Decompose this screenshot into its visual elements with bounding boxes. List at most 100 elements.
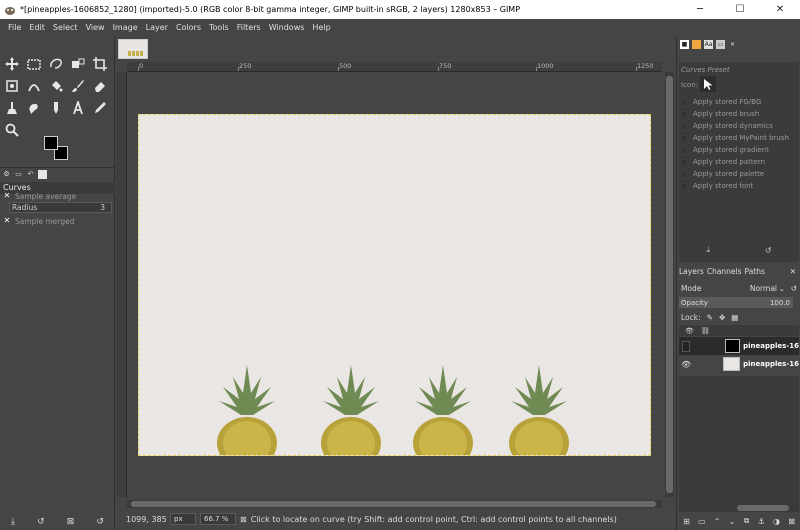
menu-select[interactable]: Select	[49, 23, 82, 32]
opacity-slider[interactable]: Opacity 100.0	[679, 297, 793, 308]
chevron-down-icon[interactable]: ⌄	[779, 284, 785, 293]
preset-item[interactable]: Apply stored MyPaint brush	[681, 132, 797, 144]
preset-item[interactable]: Apply stored brush	[681, 108, 797, 120]
dock-tabs: ■ Aa ▭ ✕	[680, 38, 737, 50]
preset-item[interactable]: Apply stored palette	[681, 168, 797, 180]
patterns-tab-icon[interactable]	[692, 39, 701, 49]
sample-average-option[interactable]: ✕ Sample average	[3, 190, 113, 202]
save-preset-icon[interactable]: ⤓	[11, 517, 15, 527]
document-history-tab-icon[interactable]: ▭	[716, 39, 725, 49]
eye-icon[interactable]: 👁	[681, 358, 691, 370]
delete-layer-icon[interactable]: ⊠	[788, 517, 795, 526]
menu-image[interactable]: Image	[109, 23, 142, 32]
icon-label: Icon:	[681, 81, 698, 89]
lock-alpha-icon[interactable]: ▦	[731, 313, 738, 322]
eraser-tool-icon[interactable]	[91, 77, 109, 95]
tool-options-tab-icon[interactable]: ⚙	[2, 170, 11, 179]
layer-name: pineapples-16	[743, 342, 799, 350]
zoom-tool-icon[interactable]	[3, 121, 21, 139]
images-tab-icon[interactable]	[38, 169, 47, 179]
tab-layers[interactable]: Layers	[679, 267, 704, 276]
layer-visibility-toggle[interactable]	[682, 340, 690, 352]
pointer-coordinates: 1099, 385	[126, 514, 167, 524]
rect-select-tool-icon[interactable]	[25, 55, 43, 73]
duplicate-layer-icon[interactable]: ⧉	[744, 516, 750, 526]
menu-edit[interactable]: Edit	[25, 23, 49, 32]
reset-mode-icon[interactable]: ↺	[791, 284, 797, 293]
layers-horizontal-scrollbar[interactable]	[679, 504, 799, 512]
menu-layer[interactable]: Layer	[142, 23, 172, 32]
mode-select[interactable]: Normal	[750, 284, 777, 293]
menu-windows[interactable]: Windows	[265, 23, 309, 32]
canvas-area[interactable]	[127, 72, 662, 497]
layers-list-empty-area	[679, 376, 799, 504]
sample-merged-option[interactable]: ✕ Sample merged	[3, 215, 113, 227]
layer-row[interactable]: 👁 pineapples-16	[679, 355, 799, 373]
close-icon[interactable]: ✕	[790, 267, 796, 276]
preset-item[interactable]: Apply stored gradient	[681, 144, 797, 156]
fonts-tab-icon[interactable]: Aa	[704, 39, 713, 49]
restore-preset-icon[interactable]: ↺	[37, 517, 45, 527]
tab-paths[interactable]: Paths	[745, 267, 765, 276]
lock-position-icon[interactable]: ✥	[719, 313, 725, 322]
image-tab-thumbnail[interactable]	[118, 39, 148, 59]
preset-item[interactable]: Apply stored font	[681, 180, 797, 192]
preset-item[interactable]: Apply stored FG/BG	[681, 96, 797, 108]
foreground-color-swatch[interactable]	[44, 136, 58, 150]
radius-spinner[interactable]: Radius 3	[9, 202, 112, 213]
pineapple-image	[509, 365, 569, 455]
reset-icon[interactable]: ↺	[96, 517, 104, 527]
raise-layer-icon[interactable]: ⌃	[714, 517, 721, 526]
text-tool-icon[interactable]	[69, 99, 87, 117]
preset-item[interactable]: Apply stored dynamics	[681, 120, 797, 132]
menu-colors[interactable]: Colors	[172, 23, 205, 32]
free-select-tool-icon[interactable]	[47, 55, 65, 73]
new-group-icon[interactable]: ▭	[698, 517, 706, 526]
anchor-layer-icon[interactable]: ⚓	[758, 517, 765, 526]
minimize-button[interactable]: ─	[680, 0, 720, 19]
color-picker-tool-icon[interactable]	[91, 99, 109, 117]
smudge-tool-icon[interactable]	[25, 99, 43, 117]
new-layer-icon[interactable]: ⊞	[683, 517, 690, 526]
clone-tool-icon[interactable]	[3, 99, 21, 117]
image-canvas[interactable]	[138, 114, 651, 456]
close-window-button[interactable]: ✕	[760, 0, 800, 19]
paintbrush-tool-icon[interactable]	[69, 77, 87, 95]
align-tool-icon[interactable]	[69, 55, 87, 73]
crop-tool-icon[interactable]	[91, 55, 109, 73]
lower-layer-icon[interactable]: ⌄	[729, 517, 736, 526]
vertical-ruler[interactable]	[116, 72, 127, 497]
cancel-icon[interactable]: ⊠	[240, 515, 247, 524]
pointer-icon[interactable]	[700, 76, 716, 92]
menu-tools[interactable]: Tools	[205, 23, 233, 32]
device-status-tab-icon[interactable]: ▭	[14, 170, 23, 179]
menu-filters[interactable]: Filters	[233, 23, 265, 32]
lock-pixels-icon[interactable]: ✎	[707, 313, 713, 322]
menu-help[interactable]: Help	[308, 23, 334, 32]
canvas-vertical-scrollbar[interactable]	[665, 72, 674, 497]
brushes-tab-icon[interactable]: ■	[680, 39, 689, 49]
delete-preset-icon[interactable]: ⊠	[67, 517, 75, 527]
unit-select[interactable]: px	[170, 513, 196, 525]
close-icon[interactable]: ✕	[728, 40, 737, 49]
unified-transform-tool-icon[interactable]	[3, 77, 21, 95]
save-icon[interactable]: ⤓	[706, 245, 710, 255]
dodge-burn-tool-icon[interactable]	[47, 99, 65, 117]
mask-icon[interactable]: ◑	[773, 517, 780, 526]
warp-transform-tool-icon[interactable]	[25, 77, 43, 95]
bucket-fill-tool-icon[interactable]	[47, 77, 65, 95]
layer-row[interactable]: pineapples-16	[679, 337, 799, 355]
move-tool-icon[interactable]	[3, 55, 21, 73]
menu-file[interactable]: File	[4, 23, 25, 32]
fg-bg-color-swatch[interactable]	[44, 136, 70, 162]
tab-channels[interactable]: Channels	[707, 267, 742, 276]
undo-history-tab-icon[interactable]: ↶	[26, 170, 35, 179]
zoom-select[interactable]: 66.7 %	[200, 513, 236, 525]
preset-item[interactable]: Apply stored pattern	[681, 156, 797, 168]
canvas-horizontal-scrollbar[interactable]	[127, 500, 662, 508]
horizontal-ruler[interactable]: 0 250 500 750 1000 1250	[127, 62, 662, 72]
presets-footer: ⤓ ↺	[679, 243, 799, 257]
menu-view[interactable]: View	[82, 23, 109, 32]
refresh-icon[interactable]: ↺	[765, 246, 772, 255]
maximize-button[interactable]: ☐	[720, 0, 760, 19]
